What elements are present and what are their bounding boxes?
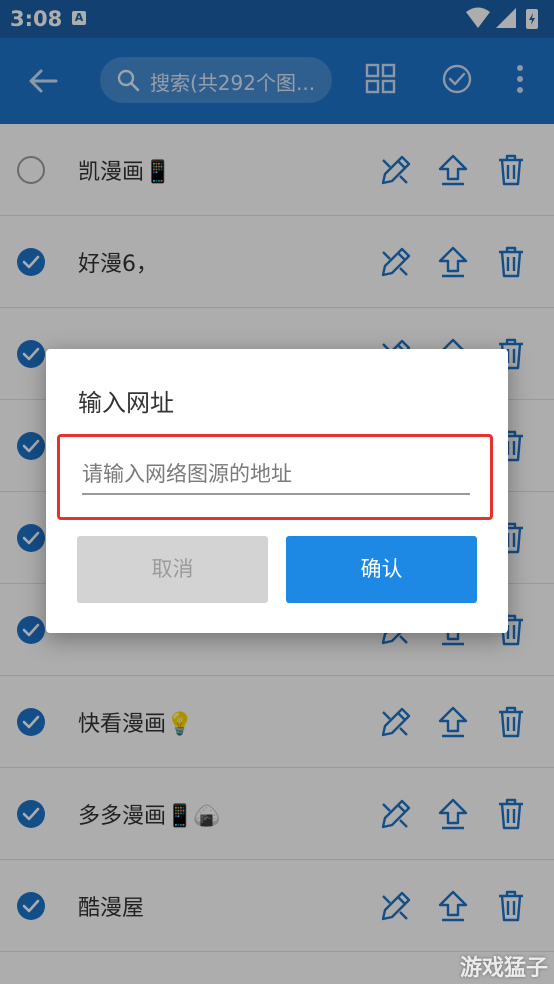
dialog-title: 输入网址	[78, 389, 174, 417]
url-input[interactable]	[82, 455, 470, 495]
url-input-dialog: 输入网址 取消 确认	[46, 349, 508, 633]
watermark: 游戏猛子	[459, 956, 548, 981]
confirm-button[interactable]: 确认	[286, 536, 477, 603]
cancel-button[interactable]: 取消	[77, 536, 268, 603]
